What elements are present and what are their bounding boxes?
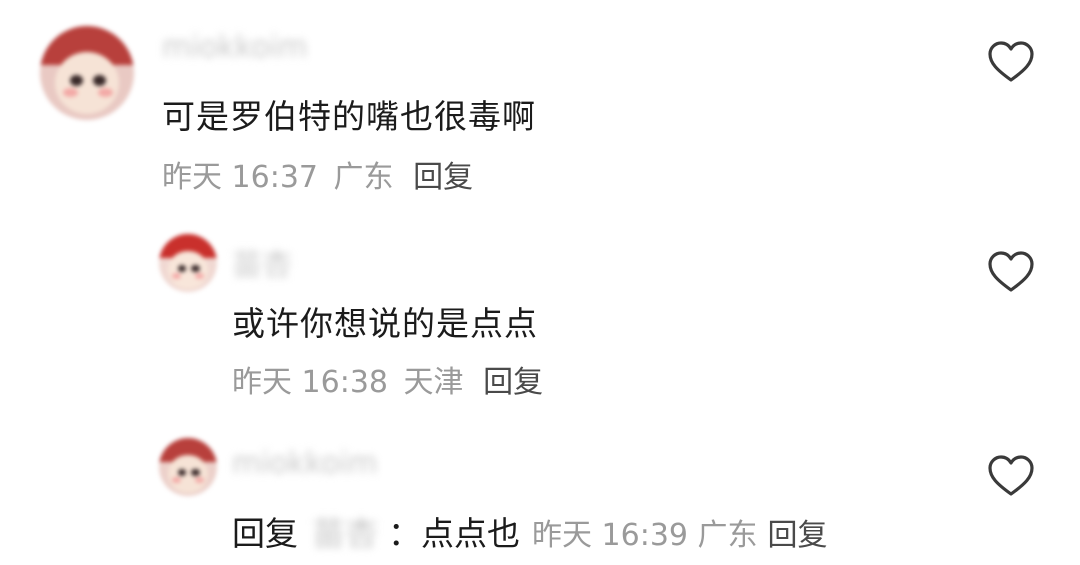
like-button[interactable] xyxy=(987,40,1035,84)
comment-time: 昨天 16:38 xyxy=(232,365,388,400)
reply-button[interactable]: 回复 xyxy=(413,160,473,195)
reply-colon: ： xyxy=(388,514,421,553)
reply-prefix: 回复 xyxy=(232,514,298,553)
comment-time: 昨天 16:39 xyxy=(532,518,688,553)
heart-outline-icon xyxy=(988,41,1034,82)
comment-location: 天津 xyxy=(403,365,464,400)
heart-outline-icon xyxy=(988,455,1034,496)
like-button[interactable] xyxy=(987,454,1035,498)
comment-meta: 昨天 16:38 天津 回复 xyxy=(232,357,543,401)
heart-outline-icon xyxy=(988,251,1034,292)
comment-location: 广东 xyxy=(333,160,394,195)
comment-meta: 昨天 16:39 广东 回复 xyxy=(532,518,828,553)
avatar[interactable] xyxy=(159,438,217,496)
comment-text: 可是罗伯特的嘴也很毒啊 xyxy=(162,97,536,136)
comment-location: 广东 xyxy=(697,518,758,553)
username[interactable]: 苗杏 xyxy=(232,240,292,284)
comment-text: 点点也 xyxy=(421,514,520,553)
comment-text: 或许你想说的是点点 xyxy=(232,304,538,343)
username[interactable]: miokkoim xyxy=(232,446,378,481)
comment-time: 昨天 16:37 xyxy=(162,160,318,195)
reply-comment-line: 回复 苗杏 ：点点也 昨天 16:39 广东 回复 xyxy=(232,507,828,555)
like-button[interactable] xyxy=(987,250,1035,294)
avatar[interactable] xyxy=(40,26,134,120)
username[interactable]: miokkoim xyxy=(162,30,308,65)
reply-button[interactable]: 回复 xyxy=(483,365,543,400)
reply-to-username[interactable]: 苗杏 xyxy=(312,507,378,555)
reply-button[interactable]: 回复 xyxy=(768,518,828,553)
comment-meta: 昨天 16:37 广东 回复 xyxy=(162,152,473,196)
avatar[interactable] xyxy=(159,234,217,292)
comment-thread: miokkoim 可是罗伯特的嘴也很毒啊 昨天 16:37 广东 回复 苗杏 或… xyxy=(0,0,1080,565)
